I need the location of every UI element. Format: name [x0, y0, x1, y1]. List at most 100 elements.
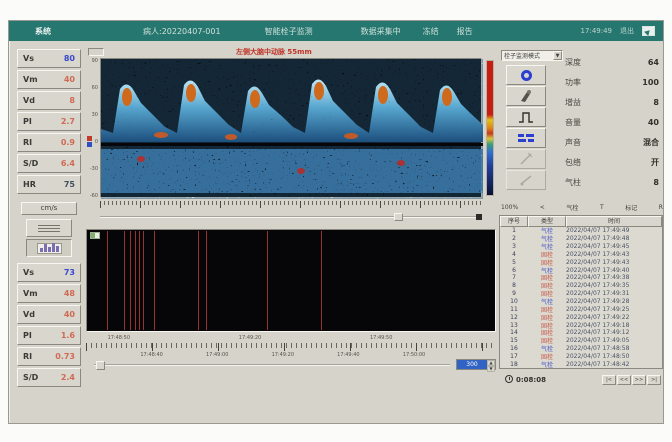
table-column-header[interactable]: 时间: [566, 216, 662, 227]
event-row[interactable]: 8固栓2022/04/07 17:49:35: [500, 282, 662, 290]
record-icon-button[interactable]: [506, 65, 546, 85]
system-param-row: 包络开: [565, 152, 659, 172]
toolbar-item[interactable]: 100%: [501, 204, 518, 211]
param-row-S/D: S/D2.4: [17, 368, 81, 387]
preset-dropdown[interactable]: 栓子监测模式 ▼: [501, 50, 563, 61]
menu-item[interactable]: 智能栓子监测: [265, 26, 313, 37]
legend-chip[interactable]: [90, 232, 100, 239]
exit-icon[interactable]: [642, 26, 655, 36]
toolbar-item[interactable]: <: [540, 204, 545, 211]
caliper-tool-icon-button[interactable]: [506, 170, 546, 190]
menu-item[interactable]: 报告: [457, 26, 473, 37]
event-index: 4: [500, 251, 528, 258]
event-row[interactable]: 13固栓2022/04/07 17:49:18: [500, 321, 662, 329]
velocity-axis: 9060300-30-60: [86, 58, 99, 198]
scroll-track[interactable]: [94, 364, 450, 366]
system-parameters-panel: 深度64功率100增益8音量40声音混合包络开气柱8: [565, 52, 659, 192]
titlebar-clock: 17:49:49: [581, 27, 612, 35]
event-time: 2022/04/07 17:49:31: [566, 290, 662, 297]
chevron-down-icon[interactable]: ▼: [553, 51, 562, 60]
event-row[interactable]: 17固栓2022/04/07 17:48:50: [500, 353, 662, 361]
time-window-spinner[interactable]: 300 ▲▼: [456, 359, 496, 370]
probe-icon-button[interactable]: [506, 86, 546, 106]
spin-down-icon[interactable]: ▼: [487, 366, 495, 372]
time-label: 17:50:00: [403, 352, 425, 358]
histogram-mode-button[interactable]: [26, 239, 72, 257]
event-row[interactable]: 1气栓2022/04/07 17:49:49: [500, 227, 662, 235]
toolbar-item[interactable]: 标记: [625, 203, 637, 212]
pager-button[interactable]: >|: [647, 375, 661, 385]
toolbar-item[interactable]: T: [600, 204, 604, 211]
embolus-event-marker: [139, 231, 140, 330]
event-row[interactable]: 6气栓2022/04/07 17:49:40: [500, 266, 662, 274]
event-index: 13: [500, 322, 528, 329]
event-time: 2022/04/07 17:49:12: [566, 329, 662, 336]
baseline-marker[interactable]: [87, 136, 92, 147]
event-row[interactable]: 12固栓2022/04/07 17:49:22: [500, 313, 662, 321]
param-label: PI: [23, 117, 32, 126]
event-row[interactable]: 5固栓2022/04/07 17:49:43: [500, 258, 662, 266]
pager-button[interactable]: |<: [602, 375, 616, 385]
event-row[interactable]: 16气栓2022/04/07 17:48:58: [500, 345, 662, 353]
system-param-label: 增益: [565, 97, 581, 108]
scroll-thumb[interactable]: [394, 213, 403, 221]
event-type: 气栓: [528, 360, 566, 368]
spectrogram-header-widget[interactable]: [88, 48, 104, 56]
event-row[interactable]: 3气栓2022/04/07 17:49:45: [500, 243, 662, 251]
event-row[interactable]: 2气栓2022/04/07 17:49:48: [500, 235, 662, 243]
velocity-tick-label: -60: [90, 193, 98, 199]
param-value: 40: [64, 75, 75, 84]
menu-item[interactable]: 病人:20220407-001: [143, 26, 221, 37]
embolus-event-marker: [143, 231, 144, 330]
table-body[interactable]: 1气栓2022/04/07 17:49:492气栓2022/04/07 17:4…: [500, 227, 662, 368]
event-row[interactable]: 11固栓2022/04/07 17:49:25: [500, 305, 662, 313]
timeline-scrollbar[interactable]: [94, 361, 450, 370]
spectrum-bars-icon-button[interactable]: [506, 128, 546, 148]
unit-button[interactable]: cm/s: [21, 202, 77, 215]
scroll-track[interactable]: [100, 216, 482, 218]
event-row[interactable]: 7固栓2022/04/07 17:49:38: [500, 274, 662, 282]
param-row-PI: PI2.7: [17, 112, 81, 131]
event-time: 2022/04/07 17:49:05: [566, 337, 662, 344]
event-time: 2022/04/07 17:49:43: [566, 259, 662, 266]
event-row[interactable]: 10气栓2022/04/07 17:49:28: [500, 298, 662, 306]
param-label: RI: [23, 138, 32, 147]
pulse-wave-icon-button[interactable]: [506, 107, 546, 127]
measure-tool-icon-button[interactable]: [506, 149, 546, 169]
event-row[interactable]: 9固栓2022/04/07 17:49:31: [500, 290, 662, 298]
scroll-thumb[interactable]: [96, 361, 105, 370]
pager-button[interactable]: <<: [617, 375, 631, 385]
time-label: 17:49:20: [239, 335, 261, 341]
emboli-events-table[interactable]: 序号类型时间 1气栓2022/04/07 17:49:492气栓2022/04/…: [499, 215, 663, 369]
param-label: Vm: [23, 289, 38, 298]
histogram-icon: [37, 243, 62, 254]
table-column-header[interactable]: 类型: [528, 216, 566, 227]
title-menu-bar: 系统 病人:20220407-001 智能栓子监测 数据采集中 冻结 报告 17:49:4…: [9, 21, 663, 41]
menu-item[interactable]: 冻结: [423, 26, 439, 37]
event-index: 12: [500, 314, 528, 321]
trend-parameters-panel: Vs73Vm48Vd40PI1.6RI0.73S/D2.4: [17, 263, 81, 389]
event-time: 2022/04/07 17:49:25: [566, 306, 662, 313]
pager-button[interactable]: >>: [632, 375, 646, 385]
text-display-mode-button[interactable]: [26, 219, 72, 237]
event-row[interactable]: 15固栓2022/04/07 17:49:05: [500, 337, 662, 345]
menu-item[interactable]: 数据采集中: [361, 26, 401, 37]
exit-label[interactable]: 退出: [620, 26, 634, 36]
system-param-row: 增益8: [565, 92, 659, 112]
spinner-value[interactable]: 300: [457, 360, 487, 369]
event-row[interactable]: 4固栓2022/04/07 17:49:43: [500, 251, 662, 259]
event-index: 15: [500, 337, 528, 344]
velocity-tick-label: -30: [90, 166, 98, 172]
menu-item[interactable]: 系统: [35, 26, 51, 37]
table-column-header[interactable]: 序号: [500, 216, 528, 227]
event-row[interactable]: 14固栓2022/04/07 17:49:12: [500, 329, 662, 337]
toolbar-item[interactable]: R: [659, 204, 663, 211]
event-index: 14: [500, 329, 528, 336]
toolbar-item[interactable]: 气栓: [566, 203, 578, 212]
pagination: |<<<>>>|: [602, 375, 661, 385]
embolus-event-marker: [267, 231, 268, 330]
spectrogram-scrollbar[interactable]: [100, 213, 482, 221]
system-param-value: 开: [651, 157, 659, 168]
event-row[interactable]: 18气栓2022/04/07 17:48:42: [500, 360, 662, 368]
event-time: 2022/04/07 17:49:48: [566, 235, 662, 242]
